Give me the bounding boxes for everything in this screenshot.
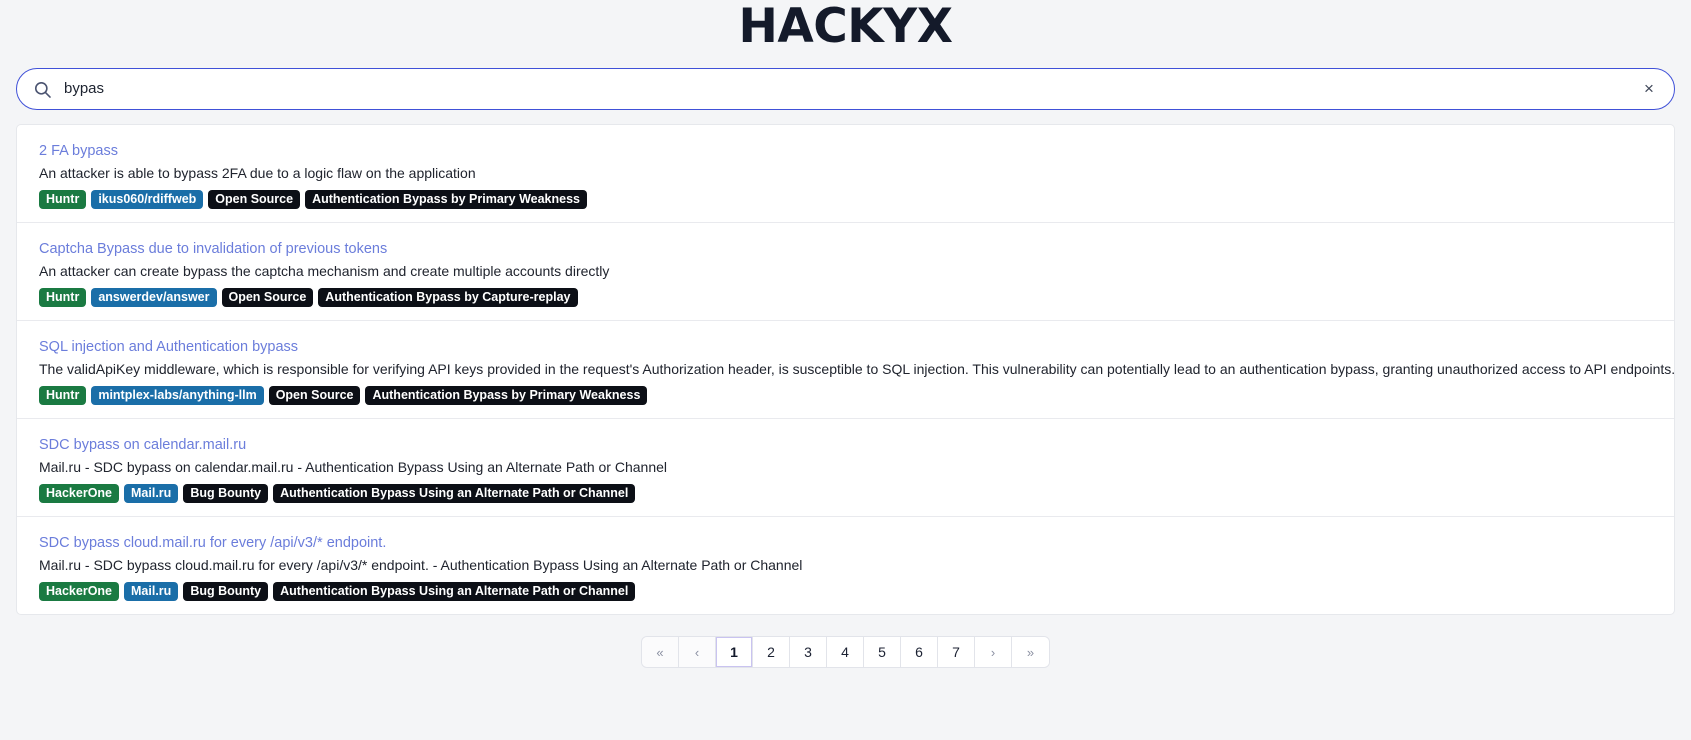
result-title-link[interactable]: Captcha Bypass due to invalidation of pr…	[39, 240, 387, 258]
clear-search-icon[interactable]: ×	[1638, 78, 1660, 100]
result-tag[interactable]: Bug Bounty	[183, 484, 269, 503]
pagination-page-7[interactable]: 7	[938, 637, 975, 667]
result-title-link[interactable]: SQL injection and Authentication bypass	[39, 338, 298, 356]
site-header: HACKYX	[0, 0, 1691, 58]
search-results-list: 2 FA bypass An attacker is able to bypass…	[16, 124, 1675, 615]
search-result-item: Captcha Bypass due to invalidation of pr…	[17, 223, 1674, 321]
result-tag-list: HackerOne Mail.ru Bug Bounty Authentication…	[39, 484, 1652, 503]
result-tag[interactable]: Authentication Bypass by Capture-replay	[318, 288, 578, 307]
result-tag[interactable]: HackerOne	[39, 582, 120, 601]
pagination-page-6[interactable]: 6	[901, 637, 938, 667]
result-tag-list: HackerOne Mail.ru Bug Bounty Authentication…	[39, 582, 1652, 601]
pagination-prev: ‹	[679, 637, 716, 667]
app-root: HACKYX × 2 FA bypass An attacker is able …	[0, 0, 1691, 740]
pagination-page-2[interactable]: 2	[753, 637, 790, 667]
result-tag[interactable]: mintplex-labs/anything-llm	[91, 386, 264, 405]
result-tag[interactable]: answerdev/answer	[91, 288, 217, 307]
result-title-link[interactable]: SDC bypass cloud.mail.ru for every /api/…	[39, 534, 386, 552]
result-description: The validApiKey middleware, which is res…	[39, 361, 1675, 377]
result-tag[interactable]: Huntr	[39, 386, 87, 405]
pagination-page-5[interactable]: 5	[864, 637, 901, 667]
result-tag[interactable]: Open Source	[208, 190, 301, 209]
search-result-item: SDC bypass cloud.mail.ru for every /api/…	[17, 517, 1674, 614]
search-bar[interactable]: ×	[16, 68, 1675, 110]
result-tag-list: Huntr answerdev/answer Open Source Authenti…	[39, 288, 1652, 307]
pagination-last[interactable]: »	[1012, 637, 1049, 667]
result-tag[interactable]: Authentication Bypass Using an Alternate…	[273, 582, 636, 601]
search-result-item: 2 FA bypass An attacker is able to bypass…	[17, 125, 1674, 223]
search-icon	[34, 81, 51, 98]
result-tag[interactable]: Authentication Bypass by Primary Weaknes…	[305, 190, 587, 209]
site-logo: HACKYX	[738, 0, 953, 54]
result-tag[interactable]: ikus060/rdiffweb	[91, 190, 204, 209]
pagination-page-3[interactable]: 3	[790, 637, 827, 667]
result-tag-list: Huntr ikus060/rdiffweb Open Source Authenti…	[39, 190, 1652, 209]
result-title-link[interactable]: SDC bypass on calendar.mail.ru	[39, 436, 246, 454]
result-tag[interactable]: Open Source	[268, 386, 361, 405]
pagination-first: «	[642, 637, 679, 667]
result-tag[interactable]: Huntr	[39, 288, 87, 307]
search-input[interactable]	[64, 75, 1638, 103]
result-description: An attacker can create bypass the captch…	[39, 263, 610, 279]
result-tag[interactable]: Authentication Bypass by Primary Weaknes…	[365, 386, 648, 405]
result-description: Mail.ru - SDC bypass on calendar.mail.ru…	[39, 459, 667, 475]
pagination-container: «‹ 1 2 3 4 5 6 7 ›»	[0, 637, 1691, 667]
result-tag[interactable]: HackerOne	[39, 484, 120, 503]
pagination-page-1[interactable]: 1	[716, 637, 753, 667]
search-result-item: SDC bypass on calendar.mail.ru Mail.ru - …	[17, 419, 1674, 517]
result-tag[interactable]: Mail.ru	[124, 582, 179, 601]
pagination-page-4[interactable]: 4	[827, 637, 864, 667]
pagination: «‹ 1 2 3 4 5 6 7 ›»	[642, 637, 1049, 667]
result-description: Mail.ru - SDC bypass cloud.mail.ru for e…	[39, 557, 803, 573]
search-result-item: SQL injection and Authentication bypass T…	[17, 321, 1674, 419]
result-description: An attacker is able to bypass 2FA due to…	[39, 165, 476, 181]
result-tag[interactable]: Authentication Bypass Using an Alternate…	[273, 484, 636, 503]
result-tag[interactable]: Bug Bounty	[183, 582, 269, 601]
pagination-next[interactable]: ›	[975, 637, 1012, 667]
result-tag[interactable]: Open Source	[221, 288, 314, 307]
result-tag[interactable]: Mail.ru	[124, 484, 179, 503]
result-tag[interactable]: Huntr	[39, 190, 87, 209]
result-tag-list: Huntr mintplex-labs/anything-llm Open Sour…	[39, 386, 1652, 405]
result-title-link[interactable]: 2 FA bypass	[39, 142, 118, 160]
